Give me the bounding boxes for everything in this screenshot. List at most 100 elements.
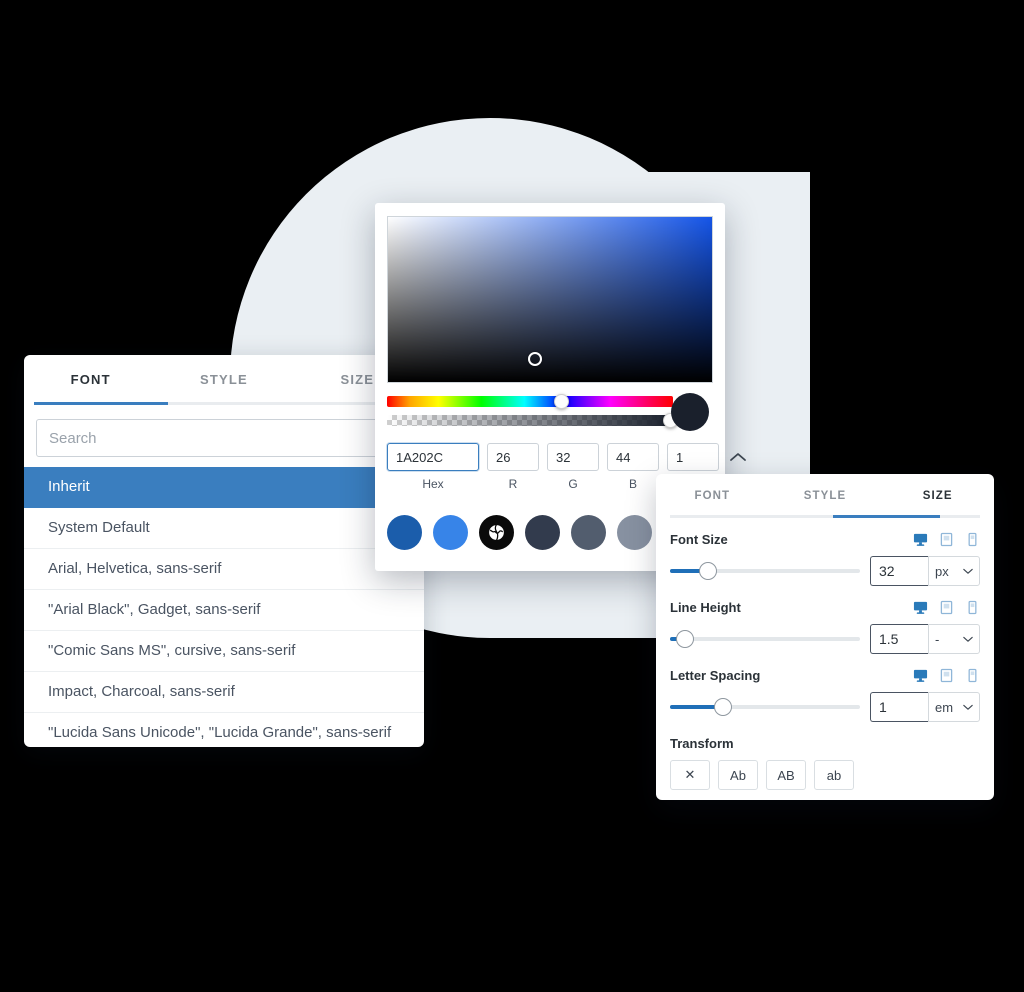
list-item[interactable]: Arial, Helvetica, sans-serif — [24, 549, 424, 590]
blue-label: B — [628, 477, 637, 491]
tab-font[interactable]: FONT — [24, 355, 157, 405]
letter-spacing-unit-select[interactable]: em — [928, 692, 980, 722]
alpha-input[interactable] — [667, 443, 719, 471]
transform-capitalize-button[interactable]: Ab — [718, 760, 758, 790]
b-field-group: B — [607, 443, 659, 491]
letter-spacing-header: Letter Spacing — [670, 668, 980, 683]
color-swatch[interactable] — [571, 515, 606, 550]
tab-size[interactable]: SIZE — [881, 474, 994, 518]
search-container — [24, 405, 424, 467]
mobile-icon[interactable] — [965, 600, 980, 615]
letter-spacing-input[interactable] — [870, 692, 928, 722]
line-height-header: Line Height — [670, 600, 980, 615]
font-size-header: Font Size — [670, 532, 980, 547]
line-height-label: Line Height — [670, 600, 741, 615]
color-swatch-global[interactable] — [479, 515, 514, 550]
desktop-icon[interactable] — [913, 532, 928, 547]
color-swatch[interactable] — [387, 515, 422, 550]
alpha-slider[interactable] — [387, 415, 673, 426]
letter-spacing-row: em — [670, 692, 980, 722]
sv-cursor-handle[interactable] — [528, 352, 542, 366]
list-item[interactable]: Inherit — [24, 467, 424, 508]
list-item[interactable]: System Default — [24, 508, 424, 549]
letter-spacing-slider[interactable] — [670, 698, 860, 716]
transform-button-group: ✕ Ab AB ab — [670, 760, 980, 790]
hue-slider-thumb[interactable] — [554, 394, 569, 409]
line-height-unit-label: - — [935, 631, 940, 647]
font-size-unit-label: px — [935, 563, 949, 579]
tab-active-underline — [833, 515, 940, 518]
size-controls: Font Size 32 px Line Height 1.5 - Letter… — [656, 532, 994, 790]
tablet-icon[interactable] — [939, 668, 954, 683]
letter-spacing-slider-thumb[interactable] — [714, 698, 733, 716]
letter-spacing-unit-label: em — [935, 699, 954, 715]
background-notch-bottom — [0, 60, 210, 130]
list-item[interactable]: "Lucida Sans Unicode", "Lucida Grande", … — [24, 713, 424, 747]
font-size-slider[interactable] — [670, 562, 860, 580]
device-toggle-group — [913, 532, 980, 547]
tab-active-underline — [34, 402, 168, 405]
hue-slider[interactable] — [387, 396, 673, 407]
desktop-icon[interactable] — [913, 668, 928, 683]
size-panel-tabs: FONT STYLE SIZE — [656, 474, 994, 518]
chevron-down-icon — [963, 636, 973, 642]
letter-spacing-label: Letter Spacing — [670, 668, 761, 683]
green-input[interactable] — [547, 443, 599, 471]
color-swatch[interactable] — [617, 515, 652, 550]
r-field-group: R — [487, 443, 539, 491]
size-panel: FONT STYLE SIZE Font Size 32 px Line Hei… — [656, 474, 994, 800]
transform-label: Transform — [670, 736, 734, 751]
list-item[interactable]: "Arial Black", Gadget, sans-serif — [24, 590, 424, 631]
font-size-unit-select[interactable]: px — [928, 556, 980, 586]
color-swatch[interactable] — [433, 515, 468, 550]
tab-style[interactable]: STYLE — [157, 355, 290, 405]
hex-field-group: Hex — [387, 443, 479, 491]
device-toggle-group — [913, 600, 980, 615]
device-toggle-group — [913, 668, 980, 683]
line-height-slider[interactable] — [670, 630, 860, 648]
mobile-icon[interactable] — [965, 668, 980, 683]
globe-icon — [488, 524, 505, 541]
background-notch-top — [0, 0, 211, 60]
blue-input[interactable] — [607, 443, 659, 471]
hex-input[interactable] — [387, 443, 479, 471]
chevron-down-icon — [963, 568, 973, 574]
font-size-row: px — [670, 556, 980, 586]
transform-uppercase-button[interactable]: AB — [766, 760, 806, 790]
font-size-label: Font Size — [670, 532, 728, 547]
font-family-list: Inherit System Default Arial, Helvetica,… — [24, 467, 424, 747]
tablet-icon[interactable] — [939, 532, 954, 547]
line-height-value-group: - — [870, 624, 980, 654]
list-item[interactable]: Impact, Charcoal, sans-serif — [24, 672, 424, 713]
green-label: G — [568, 477, 578, 491]
color-swatch[interactable] — [525, 515, 560, 550]
a-field-group — [667, 443, 719, 477]
line-height-slider-thumb[interactable] — [676, 630, 695, 648]
red-input[interactable] — [487, 443, 539, 471]
chevron-down-icon — [963, 704, 973, 710]
font-panel: FONT STYLE SIZE Inherit System Default A… — [24, 355, 424, 747]
color-preview-swatch — [671, 393, 709, 431]
list-item[interactable]: "Comic Sans MS", cursive, sans-serif — [24, 631, 424, 672]
transform-none-button[interactable]: ✕ — [670, 760, 710, 790]
transform-lowercase-button[interactable]: ab — [814, 760, 854, 790]
line-height-unit-select[interactable]: - — [928, 624, 980, 654]
font-size-input[interactable] — [870, 556, 928, 586]
chevron-up-icon[interactable] — [729, 443, 747, 471]
tab-font[interactable]: FONT — [656, 474, 769, 518]
letter-spacing-value-group: em — [870, 692, 980, 722]
tab-style[interactable]: STYLE — [769, 474, 882, 518]
tablet-icon[interactable] — [939, 600, 954, 615]
line-height-input[interactable] — [870, 624, 928, 654]
font-panel-tabs: FONT STYLE SIZE — [24, 355, 424, 405]
red-label: R — [508, 477, 518, 491]
desktop-icon[interactable] — [913, 600, 928, 615]
transform-header: Transform — [670, 736, 980, 751]
saturation-value-area[interactable] — [387, 216, 713, 383]
line-height-row: - — [670, 624, 980, 654]
screen: FONT STYLE SIZE Inherit System Default A… — [0, 0, 1024, 992]
search-input[interactable] — [36, 419, 412, 457]
font-size-slider-thumb[interactable] — [699, 562, 717, 580]
mobile-icon[interactable] — [965, 532, 980, 547]
hex-label: Hex — [422, 477, 444, 491]
